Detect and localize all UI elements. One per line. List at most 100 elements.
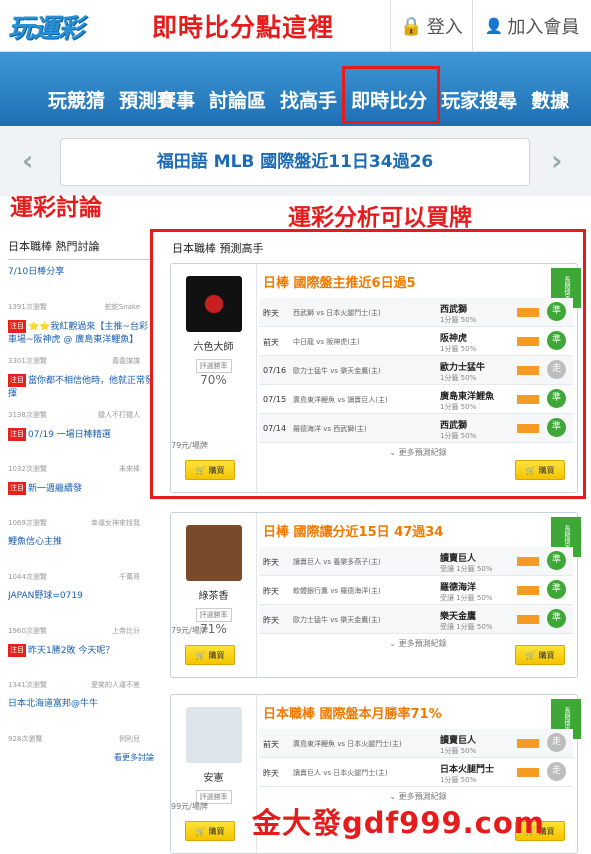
- topic-title[interactable]: 注目 當你都不相信他時，他就正常發揮: [8, 374, 154, 402]
- result-badge: 準: [547, 551, 566, 570]
- card-title[interactable]: 日棒 國際讓分近15日 47過34: [263, 521, 443, 540]
- topic-title[interactable]: 鯉魚信心主推: [8, 536, 154, 564]
- top-bar: 玩運彩 即時比分點這裡 🔒 登入 👤 加入會員: [0, 0, 591, 52]
- sidebar-topic[interactable]: 注目 當你都不相信他時，他就正常發揮 3138次瀏覽 獵人不打獵人: [8, 374, 154, 422]
- card-title[interactable]: 日本職棒 國際盤本月勝率71%: [263, 703, 442, 722]
- topic-author: 千萬哥: [119, 573, 140, 581]
- row-date: 昨天: [263, 587, 279, 596]
- chevron-left-icon[interactable]: ‹: [22, 144, 34, 177]
- chevron-down-icon: ⌄: [389, 639, 399, 648]
- row-game: 讀賣巨人 vs 日本火腿鬥士(主): [293, 769, 388, 777]
- sidebar-topic[interactable]: 注目 昨天1勝2敗 今天呢？ 1341次瀏覽 愛笑的人運不差: [8, 644, 154, 692]
- topic-author: 愛笑的人運不差: [91, 681, 140, 689]
- lock-icon: 🔒: [400, 15, 423, 37]
- topic-views: 1032次瀏覽: [8, 465, 47, 473]
- live-score-link[interactable]: 即時比分點這裡: [152, 8, 334, 44]
- sidebar-topic[interactable]: 鯉魚信心主推 1044次瀏覽 千萬哥: [8, 536, 154, 584]
- topic-views: 1044次瀏覽: [8, 573, 47, 581]
- chevron-right-icon[interactable]: ›: [551, 144, 563, 177]
- prediction-list: 昨天 讀賣巨人 vs 養樂多燕子(主) 讀賣巨人 受讓 1分籤 50% 準昨天 軟體銀行鷹…: [259, 547, 573, 634]
- buy-button[interactable]: 🛒 購買: [185, 821, 235, 841]
- topic-author: 例則兒: [119, 735, 140, 743]
- row-game: 廣島東洋鯉魚 vs 日本火腿鬥士(主): [293, 740, 402, 748]
- site-logo[interactable]: 玩運彩: [8, 8, 96, 44]
- prediction-row[interactable]: 昨天 讀賣巨人 vs 養樂多燕子(主) 讀賣巨人 受讓 1分籤 50% 準: [259, 547, 573, 576]
- banner-box[interactable]: 福田語 MLB 國際盤近11日34過26: [60, 138, 530, 186]
- nav-item-experts[interactable]: 找高手: [280, 86, 337, 113]
- sidebar-topic[interactable]: 7/10日棒分享 1391次瀏覽 蛇蛇Snake: [8, 266, 154, 314]
- topic-views: 1391次瀏覽: [8, 303, 47, 311]
- topic-title[interactable]: 注目 新一週繼續發: [8, 482, 154, 510]
- expert-name[interactable]: 安憲: [171, 769, 256, 784]
- annotation-analysis: 運彩分析可以買牌: [288, 205, 472, 231]
- sidebar-title: 日本職棒 熱門討論: [8, 238, 154, 260]
- hot-badge-icon: [517, 586, 539, 595]
- cart-icon: 🛒: [195, 650, 206, 660]
- login-button[interactable]: 🔒 登入: [390, 0, 472, 52]
- topic-author: 獵人不打獵人: [98, 411, 140, 419]
- topic-views: 3301次瀏覽: [8, 357, 47, 365]
- row-date: 前天: [263, 740, 279, 749]
- more-discussion-link[interactable]: 看更多討論: [8, 752, 154, 763]
- sidebar-topic[interactable]: 注目 ⭐⭐我紅觀過來【主推~台彩車場~阪神虎 @ 廣島東洋鯉魚】 3301次瀏覽 義義…: [8, 320, 154, 368]
- topic-title[interactable]: 7/10日棒分享: [8, 266, 154, 294]
- row-date: 昨天: [263, 616, 279, 625]
- banner: ‹ 福田語 MLB 國際盤近11日34過26 ›: [0, 126, 591, 196]
- row-date: 昨天: [263, 769, 279, 778]
- topic-tag: 注目: [8, 320, 26, 333]
- hot-badge-icon: [517, 557, 539, 566]
- topic-author: 義義謀謀: [112, 357, 140, 365]
- row-pick-sub: 受讓 1分籤 50%: [440, 565, 493, 573]
- avatar[interactable]: [185, 707, 242, 763]
- result-badge: 準: [547, 609, 566, 628]
- topic-author: 未來棒: [119, 465, 140, 473]
- nav-item-player-search[interactable]: 玩家搜尋: [441, 86, 517, 113]
- topic-title[interactable]: 注目 07/19 一場日棒精選: [8, 428, 154, 456]
- topic-views: 3138次瀏覽: [8, 411, 47, 419]
- topic-title[interactable]: 注目 ⭐⭐我紅觀過來【主推~台彩車場~阪神虎 @ 廣島東洋鯉魚】: [8, 320, 154, 348]
- topic-views: 1960次瀏覽: [8, 627, 47, 635]
- result-badge: 走: [547, 733, 566, 752]
- prediction-row[interactable]: 前天 廣島東洋鯉魚 vs 日本火腿鬥士(主) 讀賣巨人 1分籤 50% 走: [259, 729, 573, 758]
- row-date: 昨天: [263, 558, 279, 567]
- annotation-discussion: 運彩討論: [10, 195, 102, 221]
- topic-tag: 注目: [8, 428, 26, 441]
- topic-title[interactable]: JAPAN野球=0719: [8, 590, 154, 618]
- topic-author: 蛇蛇Snake: [104, 303, 140, 311]
- hot-badge-icon: [517, 768, 539, 777]
- row-pick-sub: 1分籤 50%: [440, 747, 477, 755]
- row-pick-sub: 1分籤 50%: [440, 776, 477, 784]
- add-user-icon: 👤: [484, 17, 504, 35]
- sidebar-topic[interactable]: JAPAN野球=0719 1960次瀏覽 上帝比分: [8, 590, 154, 638]
- topic-tag: 注目: [8, 644, 26, 657]
- hot-badge-icon: [517, 615, 539, 624]
- nav-item-predict[interactable]: 預測賽事: [119, 86, 195, 113]
- topic-title[interactable]: 日本北海道富邦@牛牛: [8, 698, 154, 726]
- nav-item-play[interactable]: 玩競猜: [48, 86, 105, 113]
- buy-button-right[interactable]: 🛒 購買: [515, 645, 565, 665]
- prediction-row[interactable]: 昨天 讀賣巨人 vs 日本火腿鬥士(主) 日本火腿鬥士 1分籤 50% 走: [259, 758, 573, 787]
- nav-item-forum[interactable]: 討論區: [209, 86, 266, 113]
- sidebar-topic[interactable]: 注目 07/19 一場日棒精選 1032次瀏覽 未來棒: [8, 428, 154, 476]
- highlight-box-live-score: [342, 66, 440, 124]
- result-badge: 走: [547, 762, 566, 781]
- banner-text: 福田語 MLB 國際盤近11日34過26: [156, 152, 434, 172]
- prediction-list: 前天 廣島東洋鯉魚 vs 日本火腿鬥士(主) 讀賣巨人 1分籤 50% 走昨天 讀賣巨人 …: [259, 729, 573, 787]
- topic-title[interactable]: 注目 昨天1勝2敗 今天呢？: [8, 644, 154, 672]
- row-pick-sub: 受讓 1分籤 50%: [440, 623, 493, 631]
- join-member-button[interactable]: 👤 加入會員: [472, 0, 591, 52]
- cart-icon: 🛒: [525, 650, 536, 660]
- topic-views: 1341次瀏覽: [8, 681, 47, 689]
- prediction-row[interactable]: 昨天 歐力士猛牛 vs 樂天金鷹(主) 樂天金鷹 受讓 1分籤 50% 準: [259, 605, 573, 634]
- nav-item-data[interactable]: 數據: [531, 86, 569, 113]
- result-badge: 準: [547, 580, 566, 599]
- row-pick: 樂天金鷹: [440, 612, 477, 622]
- topic-tag: 注目: [8, 374, 26, 387]
- sidebar-discussion: 日本職棒 熱門討論 7/10日棒分享 1391次瀏覽 蛇蛇Snake 注目 ⭐⭐我紅觀過…: [8, 238, 154, 763]
- sidebar-topic[interactable]: 日本北海道富邦@牛牛 928次瀏覽 例則兒: [8, 698, 154, 746]
- avatar[interactable]: [185, 525, 242, 581]
- expert-name[interactable]: 綠茶香: [171, 587, 256, 602]
- buy-button[interactable]: 🛒 購買: [185, 645, 235, 665]
- sidebar-topic[interactable]: 注目 新一週繼續發 1069次瀏覽 幸運女神來找我: [8, 482, 154, 530]
- prediction-row[interactable]: 昨天 軟體銀行鷹 vs 羅德海洋(主) 羅德海洋 受讓 1分籤 50% 準: [259, 576, 573, 605]
